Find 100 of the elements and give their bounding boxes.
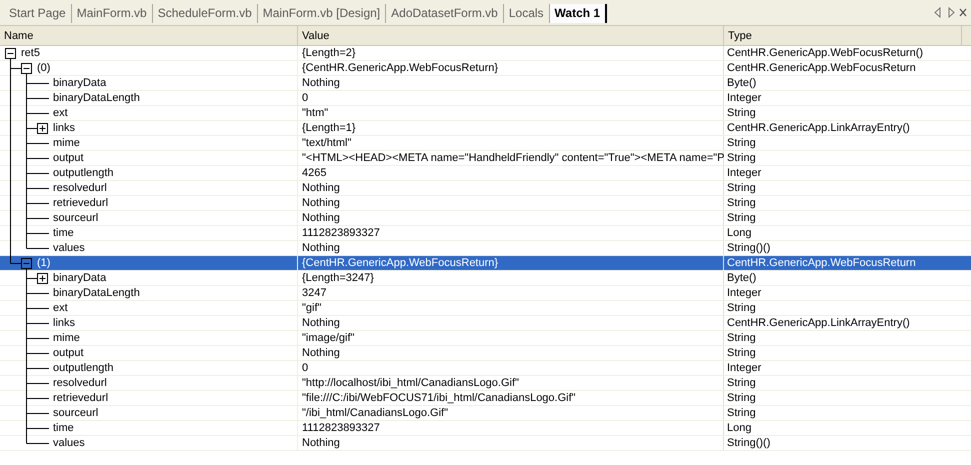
tree-lines-drawing: [10, 211, 50, 226]
type-cell-text: String: [726, 196, 757, 210]
variable-name: mime: [53, 136, 80, 150]
tree-lines-drawing: [10, 151, 50, 166]
document-tab[interactable]: MainForm.vb: [72, 4, 153, 23]
variable-name: (0): [37, 61, 50, 75]
value-cell[interactable]: {CentHR.GenericApp.WebFocusReturn}: [298, 61, 724, 75]
value-cell[interactable]: Nothing: [298, 436, 724, 450]
tree-lines-drawing: [10, 136, 50, 151]
type-cell-text: String: [726, 331, 757, 345]
value-cell[interactable]: 4265: [298, 166, 724, 180]
tree-lines-drawing: [10, 106, 50, 121]
variable-name: values: [53, 436, 85, 450]
type-cell-text: Integer: [726, 286, 762, 300]
variable-name: ext: [53, 106, 68, 120]
variable-name: outputlength: [53, 166, 114, 180]
document-tab[interactable]: ScheduleForm.vb: [152, 4, 258, 23]
tree-lines-drawing: [26, 301, 50, 316]
type-cell-text: String: [726, 181, 757, 195]
close-icon[interactable]: [958, 6, 968, 18]
type-cell-text: CentHR.GenericApp.WebFocusReturn: [726, 61, 917, 75]
value-cell[interactable]: "http://localhost/ibi_html/CanadiansLogo.Gif": [298, 376, 724, 390]
type-cell-text: String: [726, 106, 757, 120]
value-cell[interactable]: "htm": [298, 106, 724, 120]
value-cell[interactable]: 1112823893327: [298, 421, 724, 435]
variable-name: binaryData: [53, 76, 106, 90]
value-cell[interactable]: Nothing: [298, 241, 724, 255]
value-cell[interactable]: "image/gif": [298, 331, 724, 345]
expand-icon[interactable]: [37, 123, 48, 134]
value-cell[interactable]: Nothing: [298, 181, 724, 195]
type-cell-text: String: [726, 346, 757, 360]
value-cell[interactable]: "text/html": [298, 136, 724, 150]
variable-name: values: [53, 241, 85, 255]
tree-lines-drawing: [26, 376, 50, 391]
type-cell-text: String: [726, 301, 757, 315]
type-cell-text: String: [726, 136, 757, 150]
variable-name: retrievedurl: [53, 391, 108, 405]
value-cell[interactable]: {Length=2}: [298, 46, 724, 60]
scroll-left-icon[interactable]: [932, 6, 943, 18]
value-cell[interactable]: "<HTML><HEAD><META name="HandheldFriendly" content="True"><META name="P: [298, 151, 724, 165]
tree-lines-drawing: [10, 181, 50, 196]
type-cell-text: Integer: [726, 361, 762, 375]
value-cell[interactable]: {Length=3247}: [298, 271, 724, 285]
column-header[interactable]: Type: [724, 26, 962, 45]
type-cell-text: Long: [726, 421, 752, 435]
document-tab[interactable]: AdoDatasetForm.vb: [386, 4, 504, 23]
type-cell-text: Integer: [726, 166, 762, 180]
value-cell[interactable]: {Length=1}: [298, 121, 724, 135]
value-cell[interactable]: Nothing: [298, 316, 724, 330]
variable-name: binaryData: [53, 271, 106, 285]
variable-name: time: [53, 226, 74, 240]
variable-name: mime: [53, 331, 80, 345]
value-cell[interactable]: "/ibi_html/CanadiansLogo.Gif": [298, 406, 724, 420]
variable-name: resolvedurl: [53, 181, 107, 195]
value-cell[interactable]: Nothing: [298, 196, 724, 210]
value-cell[interactable]: "gif": [298, 301, 724, 315]
scroll-right-icon[interactable]: [946, 6, 956, 18]
variable-name: links: [53, 316, 76, 330]
variable-name: sourceurl: [53, 406, 98, 420]
variable-name: binaryDataLength: [53, 286, 140, 300]
type-cell-text: String: [726, 406, 757, 420]
type-cell-text: Long: [726, 226, 752, 240]
value-cell[interactable]: 0: [298, 91, 724, 105]
tree-lines-drawing: [26, 346, 50, 361]
type-cell-text: CentHR.GenericApp.WebFocusReturn(): [726, 46, 924, 60]
tree-lines-drawing: [10, 121, 38, 136]
type-cell-text: String: [726, 376, 757, 390]
variable-name: output: [53, 346, 84, 360]
document-tab[interactable]: Start Page: [4, 4, 72, 23]
document-tab[interactable]: MainForm.vb [Design]: [258, 4, 386, 23]
collapse-icon[interactable]: [21, 63, 32, 74]
type-cell-text: CentHR.GenericApp.LinkArrayEntry(): [726, 316, 911, 330]
document-tab[interactable]: Watch 1: [550, 4, 608, 23]
tree-lines-drawing: [26, 331, 50, 346]
variable-name: links: [53, 121, 76, 135]
variable-name: output: [53, 151, 84, 165]
collapse-icon[interactable]: [5, 48, 16, 59]
variable-name: binaryDataLength: [53, 91, 140, 105]
value-cell[interactable]: {CentHR.GenericApp.WebFocusReturn}: [298, 256, 724, 270]
value-cell[interactable]: 3247: [298, 286, 724, 300]
tree-lines-drawing: [10, 91, 50, 106]
type-cell-text: Integer: [726, 91, 762, 105]
tree-lines-drawing: [10, 166, 50, 181]
value-cell[interactable]: 0: [298, 361, 724, 375]
variable-name: outputlength: [53, 361, 114, 375]
type-cell-text: String()(): [726, 436, 772, 450]
type-cell-text: String()(): [726, 241, 772, 255]
tree-lines-drawing: [26, 361, 50, 376]
value-cell[interactable]: "file:///C:/ibi/WebFOCUS71/ibi_html/CanadiansLogo.Gif": [298, 391, 724, 405]
value-cell[interactable]: 1112823893327: [298, 226, 724, 240]
expand-icon[interactable]: [37, 273, 48, 284]
variable-name: sourceurl: [53, 211, 98, 225]
variable-name: ret5: [21, 46, 40, 60]
value-cell[interactable]: Nothing: [298, 346, 724, 360]
column-header[interactable]: Name: [0, 26, 298, 45]
column-header[interactable]: Value: [298, 26, 724, 45]
variable-name: time: [53, 421, 74, 435]
type-cell-text: String: [726, 391, 757, 405]
value-cell[interactable]: Nothing: [298, 76, 724, 90]
value-cell[interactable]: Nothing: [298, 211, 724, 225]
